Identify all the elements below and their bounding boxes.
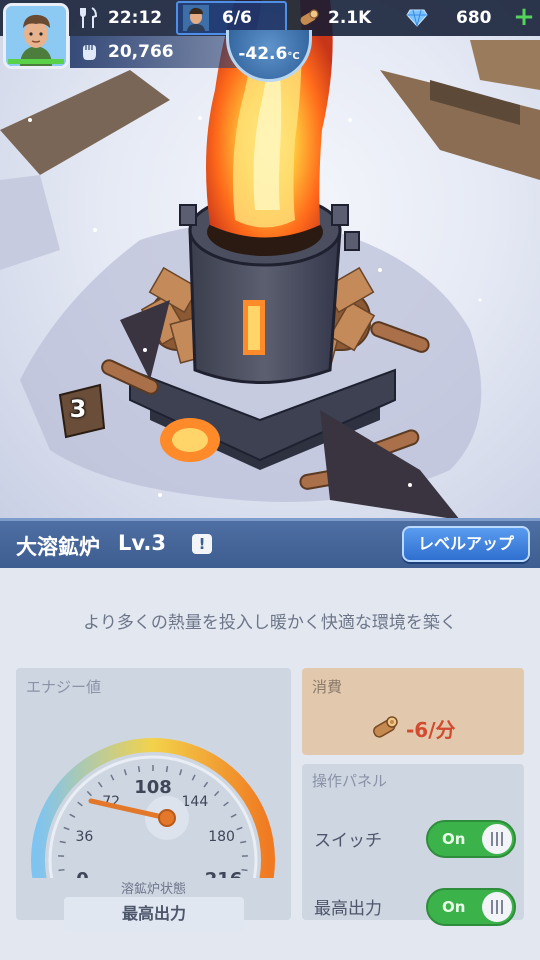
hud-gems[interactable] [406,0,436,36]
consumption-panel: 消費 -6/分 [302,668,524,755]
gauge-tick-label: 108 [134,777,172,798]
toggle-knob-icon [482,824,512,854]
gauge-tick-label: 0 [76,869,89,878]
building-detail-panel: より多くの熱量を投入し暖かく快適な環境を築く エナジー値 03672108144… [0,568,540,960]
gauge-tick [230,813,237,818]
gauge-tick [203,781,209,788]
time-value: 22:12 [108,8,163,28]
operation-panel-label: 操作パネル [312,772,388,790]
fork-knife-icon [78,7,100,29]
gauge-tick [236,826,243,831]
switch-toggle[interactable]: On [426,820,516,858]
switch-toggle-text: On [442,830,466,848]
temperature-unit: °C [287,51,300,62]
gauge-tick [110,774,115,781]
player-avatar[interactable] [3,3,69,69]
plot-number-label[interactable]: 3 [58,395,98,423]
level-up-button[interactable]: レベルアップ [402,526,530,562]
building-info-button[interactable]: ! [192,534,212,554]
max-output-toggle[interactable]: On [426,888,516,926]
gauge-tick [165,765,169,773]
consumption-label: 消費 [312,678,343,696]
furnace-status-label: 溶鉱炉状態 [120,882,186,897]
gauge-tick [137,765,141,773]
max-output-toggle-text: On [442,898,466,916]
gauge-tick-label: 216 [205,869,243,878]
log-icon [370,714,400,740]
gauge-tick [241,868,248,872]
gauge-tick [77,801,83,807]
gauge-tick [223,801,229,807]
gauge-tick [97,781,103,788]
building-name: 大溶鉱炉 [16,535,100,559]
building-title-bar: 大溶鉱炉 Lv.3 ! レベルアップ [0,518,540,568]
furnace-status-value: 最高出力 [64,897,244,931]
max-output-label: 最高出力 [314,899,382,919]
energy-gauge: 03672108144180216 [31,738,275,878]
worker-portrait-icon [183,5,209,31]
gauge-tick [86,790,92,797]
avatar-health-bar [8,59,64,64]
temperature-value: -42.6 [238,44,288,64]
building-level: Lv.3 [118,531,166,555]
wood-log-icon [298,7,320,29]
gauge-tick [58,868,65,872]
hero-portrait-icon [6,6,66,66]
toggle-knob-icon [482,892,512,922]
consumption-value: -6/分 [406,718,456,742]
gauge-tick [63,826,70,831]
gauge-tick [240,840,247,844]
gauge-tick [69,813,76,818]
gauge-tick-label: 180 [208,829,235,845]
gems-value: 680 [456,8,492,28]
fist-icon [78,41,100,63]
wood-value: 2.1K [328,8,372,28]
avatar-health-fill [8,59,64,64]
switch-label: スイッチ [314,831,382,851]
operation-panel: 操作パネル スイッチ On 最高出力 On [302,764,524,926]
diamond-icon [406,7,428,29]
gauge-tick [123,769,127,776]
gauge-tick [59,840,66,844]
power-value: 20,766 [108,42,174,62]
building-description: より多くの熱量を投入し暖かく快適な環境を築く [83,613,457,633]
gauge-tick-label: 36 [75,829,93,845]
gauge-tick [179,769,183,776]
hud-power: 20,766 [78,36,174,68]
gauge-tick [191,774,196,781]
add-gems-button[interactable]: + [512,4,536,30]
hud-time: 22:12 [78,0,162,36]
gauge-hub [158,809,176,827]
temperature-readout: -42.6°C [229,44,309,64]
energy-label: エナジー値 [26,678,102,696]
top-hud: 22:12 6/6 2.1K 680 + 20,766 -42.6°C [0,0,540,82]
gauge-tick [214,790,220,797]
energy-panel: エナジー値 03672108144180216 溶鉱炉状態 最高出力 [16,668,291,931]
